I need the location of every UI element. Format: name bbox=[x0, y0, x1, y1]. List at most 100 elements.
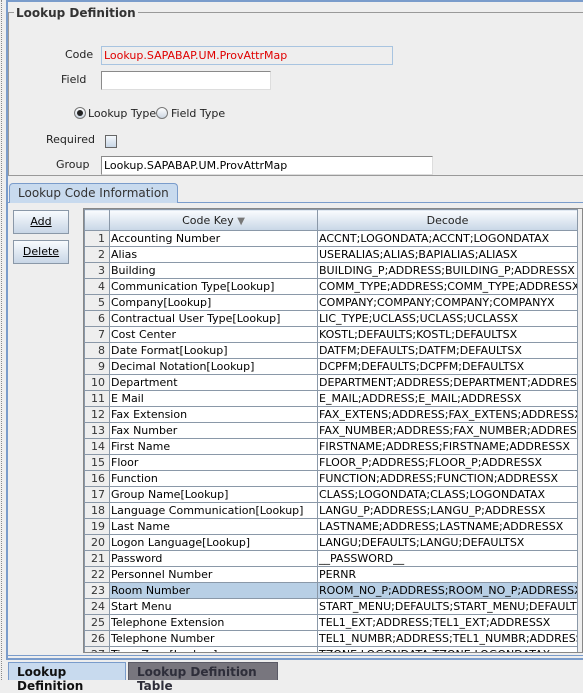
row-number[interactable]: 23 bbox=[84, 582, 110, 599]
decode-cell[interactable]: FAX_EXTENS;ADDRESS;FAX_EXTENS;ADDRESSX bbox=[317, 406, 578, 423]
field-type-label[interactable]: Field Type bbox=[171, 107, 225, 120]
decode-header[interactable]: Decode bbox=[317, 209, 578, 231]
table-row[interactable]: 27Time Zone[Lookup]TZONE;LOGONDATA;TZONE… bbox=[84, 646, 578, 652]
table-row[interactable]: 12 Fax Extension FAX_EXTENS;ADDRESS;FAX_EX… bbox=[84, 406, 578, 423]
decode-cell[interactable]: ROOM_NO_P;ADDRESS;ROOM_NO_P;ADDRESSX bbox=[317, 582, 578, 599]
decode-cell[interactable]: DCPFM;DEFAULTS;DCPFM;DEFAULTSX bbox=[317, 358, 578, 375]
table-row[interactable]: 2 Alias USERALIAS;ALIAS;BAPIALIAS;ALIASX bbox=[84, 246, 578, 263]
lookup-type-radio[interactable] bbox=[74, 107, 86, 119]
code-key-cell[interactable]: Telephone Number bbox=[109, 630, 318, 647]
decode-cell[interactable]: LANGU;DEFAULTS;LANGU;DEFAULTSX bbox=[317, 534, 578, 551]
table-row[interactable]: 20 Logon Language[Lookup] LANGU;DEFAULTS;L… bbox=[84, 534, 578, 551]
code-key-cell[interactable]: Date Format[Lookup] bbox=[109, 342, 318, 359]
decode-cell[interactable]: COMPANY;COMPANY;COMPANY;COMPANYX bbox=[317, 294, 578, 311]
decode-cell[interactable]: USERALIAS;ALIAS;BAPIALIAS;ALIASX bbox=[317, 246, 578, 263]
row-number[interactable]: 27 bbox=[84, 646, 110, 652]
code-key-cell[interactable]: Time Zone[Lookup] bbox=[109, 646, 318, 652]
table-row[interactable]: 22 Personnel Number PERNR bbox=[84, 566, 578, 583]
row-number[interactable]: 1 bbox=[84, 230, 110, 247]
decode-cell[interactable]: DEPARTMENT;ADDRESS;DEPARTMENT;ADDRESSX bbox=[317, 374, 578, 391]
decode-cell[interactable]: TEL1_EXT;ADDRESS;TEL1_EXT;ADDRESSX bbox=[317, 614, 578, 631]
table-row[interactable]: 7 Cost Center KOSTL;DEFAULTS;KOSTL;DEFAULT… bbox=[84, 326, 578, 343]
table-row[interactable]: 5 Company[Lookup] COMPANY;COMPANY;COMPANY;… bbox=[84, 294, 578, 311]
table-row[interactable]: 24 Start Menu START_MENU;DEFAULTS;START_ME… bbox=[84, 598, 578, 615]
field-type-radio[interactable] bbox=[156, 107, 168, 119]
decode-cell[interactable]: TZONE;LOGONDATA;TZONE;LOGONDATAX bbox=[317, 646, 578, 652]
code-key-header[interactable]: Code Key ▼ bbox=[109, 209, 318, 231]
decode-cell[interactable]: ACCNT;LOGONDATA;ACCNT;LOGONDATAX bbox=[317, 230, 578, 247]
code-key-cell[interactable]: Function bbox=[109, 470, 318, 487]
row-number[interactable]: 26 bbox=[84, 630, 110, 647]
row-number[interactable]: 20 bbox=[84, 534, 110, 551]
table-row[interactable]: 1 Accounting Number ACCNT;LOGONDATA;ACCNT;… bbox=[84, 230, 578, 247]
row-number[interactable]: 3 bbox=[84, 262, 110, 279]
add-button[interactable]: Add bbox=[13, 210, 69, 234]
code-key-cell[interactable]: Accounting Number bbox=[109, 230, 318, 247]
table-row[interactable]: 8 Date Format[Lookup] DATFM;DEFAULTS;DATFM… bbox=[84, 342, 578, 359]
row-number[interactable]: 12 bbox=[84, 406, 110, 423]
delete-button[interactable]: Delete bbox=[13, 240, 69, 264]
code-key-cell[interactable]: Communication Type[Lookup] bbox=[109, 278, 318, 295]
row-number[interactable]: 8 bbox=[84, 342, 110, 359]
code-key-cell[interactable]: Logon Language[Lookup] bbox=[109, 534, 318, 551]
table-row[interactable]: 13 Fax Number FAX_NUMBER;ADDRESS;FAX_NUMBE… bbox=[84, 422, 578, 439]
code-key-cell[interactable]: Decimal Notation[Lookup] bbox=[109, 358, 318, 375]
decode-cell[interactable]: E_MAIL;ADDRESS;E_MAIL;ADDRESSX bbox=[317, 390, 578, 407]
row-number[interactable]: 15 bbox=[84, 454, 110, 471]
row-number[interactable]: 22 bbox=[84, 566, 110, 583]
decode-cell[interactable]: LANGU_P;ADDRESS;LANGU_P;ADDRESSX bbox=[317, 502, 578, 519]
decode-cell[interactable]: FLOOR_P;ADDRESS;FLOOR_P;ADDRESSX bbox=[317, 454, 578, 471]
decode-cell[interactable]: FAX_NUMBER;ADDRESS;FAX_NUMBER;ADDRESSX bbox=[317, 422, 578, 439]
code-key-cell[interactable]: Contractual User Type[Lookup] bbox=[109, 310, 318, 327]
decode-cell[interactable]: TEL1_NUMBR;ADDRESS;TEL1_NUMBR;ADDRESSX bbox=[317, 630, 578, 647]
table-row[interactable]: 26 Telephone Number TEL1_NUMBR;ADDRESS;TEL… bbox=[84, 630, 578, 647]
row-number[interactable]: 10 bbox=[84, 374, 110, 391]
decode-cell[interactable]: BUILDING_P;ADDRESS;BUILDING_P;ADDRESSX bbox=[317, 262, 578, 279]
row-number[interactable]: 25 bbox=[84, 614, 110, 631]
row-number[interactable]: 14 bbox=[84, 438, 110, 455]
lookup-code-table[interactable]: Code Key ▼ Decode 1 Accounting Number ACCN… bbox=[83, 208, 583, 653]
decode-cell[interactable]: FIRSTNAME;ADDRESS;FIRSTNAME;ADDRESSX bbox=[317, 438, 578, 455]
decode-cell[interactable]: FUNCTION;ADDRESS;FUNCTION;ADDRESSX bbox=[317, 470, 578, 487]
decode-cell[interactable]: PERNR bbox=[317, 566, 578, 583]
row-number[interactable]: 16 bbox=[84, 470, 110, 487]
code-key-cell[interactable]: Department bbox=[109, 374, 318, 391]
row-number[interactable]: 13 bbox=[84, 422, 110, 439]
code-key-cell[interactable]: First Name bbox=[109, 438, 318, 455]
row-number[interactable]: 17 bbox=[84, 486, 110, 503]
table-row[interactable]: 9 Decimal Notation[Lookup] DCPFM;DEFAULTS;… bbox=[84, 358, 578, 375]
table-row[interactable]: 10 Department DEPARTMENT;ADDRESS;DEPARTMEN… bbox=[84, 374, 578, 391]
decode-cell[interactable]: LIC_TYPE;UCLASS;UCLASS;UCLASSX bbox=[317, 310, 578, 327]
code-key-cell[interactable]: Company[Lookup] bbox=[109, 294, 318, 311]
row-number[interactable]: 4 bbox=[84, 278, 110, 295]
table-row[interactable]: 23 Room Number ROOM_NO_P;ADDRESS;ROOM_NO_P… bbox=[84, 582, 578, 599]
code-key-cell[interactable]: E Mail bbox=[109, 390, 318, 407]
row-number[interactable]: 21 bbox=[84, 550, 110, 567]
row-number[interactable]: 19 bbox=[84, 518, 110, 535]
tab-lookup-definition-table[interactable]: Lookup Definition Table bbox=[128, 662, 278, 693]
code-key-cell[interactable]: Telephone Extension bbox=[109, 614, 318, 631]
decode-cell[interactable]: CLASS;LOGONDATA;CLASS;LOGONDATAX bbox=[317, 486, 578, 503]
code-key-cell[interactable]: Alias bbox=[109, 246, 318, 263]
table-row[interactable]: 15 Floor FLOOR_P;ADDRESS;FLOOR_P;ADDRESSX bbox=[84, 454, 578, 471]
row-number[interactable]: 18 bbox=[84, 502, 110, 519]
decode-cell[interactable]: COMM_TYPE;ADDRESS;COMM_TYPE;ADDRESSX bbox=[317, 278, 578, 295]
table-row[interactable]: 11 E Mail E_MAIL;ADDRESS;E_MAIL;ADDRESSX bbox=[84, 390, 578, 407]
table-row[interactable]: 3 Building BUILDING_P;ADDRESS;BUILDING_P;A… bbox=[84, 262, 578, 279]
decode-cell[interactable]: KOSTL;DEFAULTS;KOSTL;DEFAULTSX bbox=[317, 326, 578, 343]
decode-cell[interactable]: DATFM;DEFAULTS;DATFM;DEFAULTSX bbox=[317, 342, 578, 359]
code-key-cell[interactable]: Password bbox=[109, 550, 318, 567]
code-key-cell[interactable]: Floor bbox=[109, 454, 318, 471]
row-number[interactable]: 7 bbox=[84, 326, 110, 343]
row-number[interactable]: 2 bbox=[84, 246, 110, 263]
code-key-cell[interactable]: Fax Number bbox=[109, 422, 318, 439]
decode-cell[interactable]: START_MENU;DEFAULTS;START_MENU;DEFAULTSX bbox=[317, 598, 578, 615]
code-key-cell[interactable]: Language Communication[Lookup] bbox=[109, 502, 318, 519]
group-input[interactable]: Lookup.SAPABAP.UM.ProvAttrMap bbox=[101, 156, 433, 175]
table-row[interactable]: 25 Telephone Extension TEL1_EXT;ADDRESS;TE… bbox=[84, 614, 578, 631]
tab-lookup-definition[interactable]: Lookup Definition bbox=[8, 662, 126, 693]
table-row[interactable]: 19 Last Name LASTNAME;ADDRESS;LASTNAME;ADD… bbox=[84, 518, 578, 535]
table-row[interactable]: 17 Group Name[Lookup] CLASS;LOGONDATA;CLAS… bbox=[84, 486, 578, 503]
row-number[interactable]: 11 bbox=[84, 390, 110, 407]
row-number[interactable]: 5 bbox=[84, 294, 110, 311]
